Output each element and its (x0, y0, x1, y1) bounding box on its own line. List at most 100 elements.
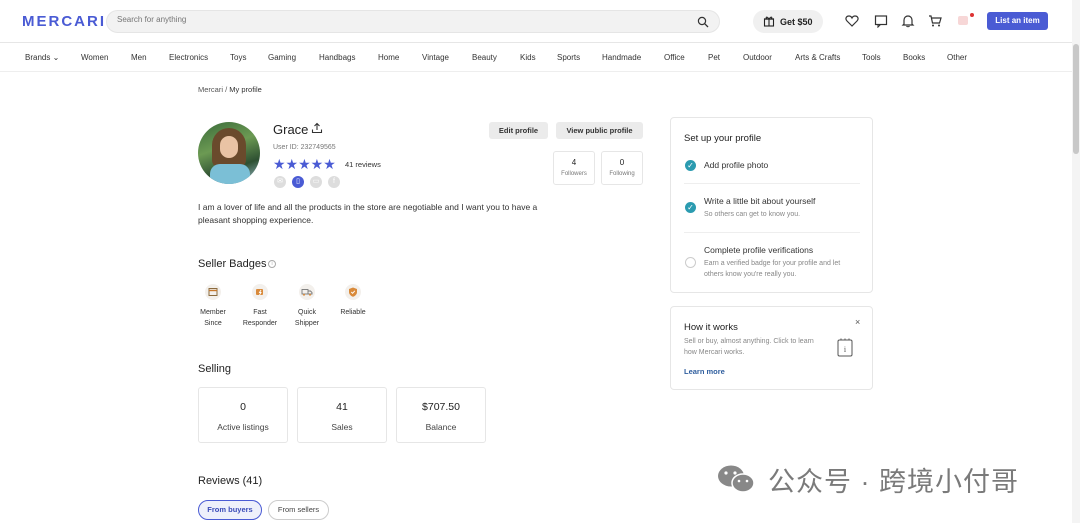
category-item[interactable]: Women (81, 53, 108, 62)
category-item[interactable]: Office (664, 53, 685, 62)
category-item[interactable]: Outdoor (743, 53, 772, 62)
balance-label: Balance (425, 422, 457, 432)
close-icon[interactable]: × (855, 317, 860, 327)
avatar[interactable] (198, 122, 260, 184)
category-item[interactable]: Handbags (319, 53, 355, 62)
tab-from-sellers[interactable]: From sellers (268, 500, 329, 520)
search-bar[interactable] (106, 10, 720, 33)
sales-card[interactable]: 41 Sales (297, 387, 387, 443)
reviews-title: Reviews (41) (198, 475, 263, 487)
active-listings-value: 0 (240, 401, 246, 413)
user-id: User ID: 232749565 (273, 144, 336, 151)
tab-from-buyers[interactable]: From buyers (198, 500, 262, 520)
badge-label-line2: Since (204, 320, 222, 327)
breadcrumb-root[interactable]: Mercari (198, 85, 223, 94)
notification-dot (970, 13, 974, 17)
lightning-icon (252, 284, 268, 300)
badge-member-since[interactable]: Member Since (193, 284, 233, 329)
step-write-about-sub: So others can get to know you. (704, 211, 801, 218)
edit-profile-button[interactable]: Edit profile (489, 122, 548, 139)
category-item[interactable]: Other (947, 53, 967, 62)
mercari-logo[interactable]: MERCARI (22, 13, 106, 30)
top-header: MERCARI Get $50 List an item (0, 0, 1080, 43)
share-icon[interactable] (311, 122, 323, 134)
how-it-works-title: How it works (684, 322, 738, 333)
category-item[interactable]: Tools (862, 53, 881, 62)
category-item[interactable]: Pet (708, 53, 720, 62)
get-50-button[interactable]: Get $50 (753, 10, 823, 33)
view-public-profile-button[interactable]: View public profile (556, 122, 643, 139)
category-item[interactable]: Sports (557, 53, 580, 62)
seller-badges-title: Seller Badges (198, 258, 267, 270)
badge-quick-shipper[interactable]: Quick Shipper (287, 284, 327, 329)
list-an-item-button[interactable]: List an item (987, 12, 1048, 30)
scrollbar-thumb[interactable] (1073, 44, 1079, 154)
breadcrumb-current: My profile (229, 85, 262, 94)
divider (684, 232, 860, 233)
breadcrumb: Mercari / My profile (198, 85, 262, 94)
badge-label-line1: Member (200, 309, 226, 316)
category-item[interactable]: Gaming (268, 53, 296, 62)
svg-text:i: i (844, 345, 847, 354)
wechat-logo-icon (718, 465, 755, 493)
active-listings-card[interactable]: 0 Active listings (198, 387, 288, 443)
following-count: 0 (619, 158, 625, 167)
check-done-icon: ✓ (685, 160, 696, 171)
step-verifications[interactable]: Complete profile verifications (704, 245, 813, 255)
category-item[interactable]: Arts & Crafts (795, 53, 840, 62)
category-item[interactable]: Electronics (169, 53, 208, 62)
category-item[interactable]: Kids (520, 53, 536, 62)
category-item[interactable]: Books (903, 53, 925, 62)
badge-fast-responder[interactable]: Fast Responder (240, 284, 280, 329)
check-done-icon: ✓ (685, 202, 696, 213)
category-item[interactable]: Toys (230, 53, 246, 62)
shield-icon (345, 284, 361, 300)
badge-label-line1: Reliable (340, 309, 366, 316)
setup-profile-title: Set up your profile (684, 133, 762, 144)
category-item[interactable]: Handmade (602, 53, 641, 62)
check-empty-icon (685, 257, 696, 268)
watermark-text: 公众号 · 跨境小付哥 (768, 467, 1019, 497)
category-item[interactable]: Vintage (422, 53, 449, 62)
email-verified-icon: ✉ (274, 176, 286, 188)
learn-more-link[interactable]: Learn more (684, 367, 725, 376)
badge-label-line1: Fast (253, 309, 267, 316)
profile-name: Grace (273, 122, 309, 137)
search-icon[interactable] (697, 16, 709, 28)
cart-icon[interactable] (928, 14, 942, 28)
info-icon[interactable]: i (268, 260, 276, 268)
category-nav: Brands ⌄ Women Men Electronics Toys Gami… (0, 44, 1080, 72)
divider (684, 183, 860, 184)
facebook-verified-icon: f (328, 176, 340, 188)
followers-label: Followers (561, 171, 587, 177)
category-item[interactable]: Men (131, 53, 147, 62)
heart-icon[interactable] (845, 14, 859, 28)
star-rating: ★★★★★ (273, 156, 336, 172)
phone-verified-icon: ▯ (292, 176, 304, 188)
followers-stat[interactable]: 4 Followers (553, 151, 595, 185)
balance-card[interactable]: $707.50 Balance (396, 387, 486, 443)
reviews-count[interactable]: 41 reviews (345, 160, 381, 169)
step-verifications-sub: Earn a verified badge for your profile a… (704, 260, 841, 278)
step-write-about[interactable]: Write a little bit about yourself (704, 196, 815, 206)
how-it-works-text: Sell or buy, almost anything. Click to l… (684, 338, 814, 356)
selling-title: Selling (198, 363, 232, 375)
gift-icon (763, 16, 775, 27)
region-flag-icon[interactable] (958, 16, 968, 25)
info-book-icon: i (837, 338, 853, 357)
bell-icon[interactable] (901, 14, 915, 28)
badge-reliable[interactable]: Reliable (333, 284, 373, 318)
followers-count: 4 (571, 158, 577, 167)
category-item[interactable]: Brands ⌄ (25, 53, 59, 62)
search-input[interactable] (117, 15, 677, 24)
avatar-face (220, 136, 238, 158)
step-add-photo[interactable]: Add profile photo (704, 160, 768, 170)
get-50-label: Get $50 (780, 17, 813, 27)
badge-label-line2: Responder (242, 320, 278, 327)
message-icon[interactable] (874, 14, 888, 28)
category-item[interactable]: Beauty (472, 53, 497, 62)
category-item[interactable]: Home (378, 53, 399, 62)
sales-value: 41 (336, 401, 348, 413)
following-stat[interactable]: 0 Following (601, 151, 643, 185)
active-listings-label: Active listings (217, 422, 269, 432)
